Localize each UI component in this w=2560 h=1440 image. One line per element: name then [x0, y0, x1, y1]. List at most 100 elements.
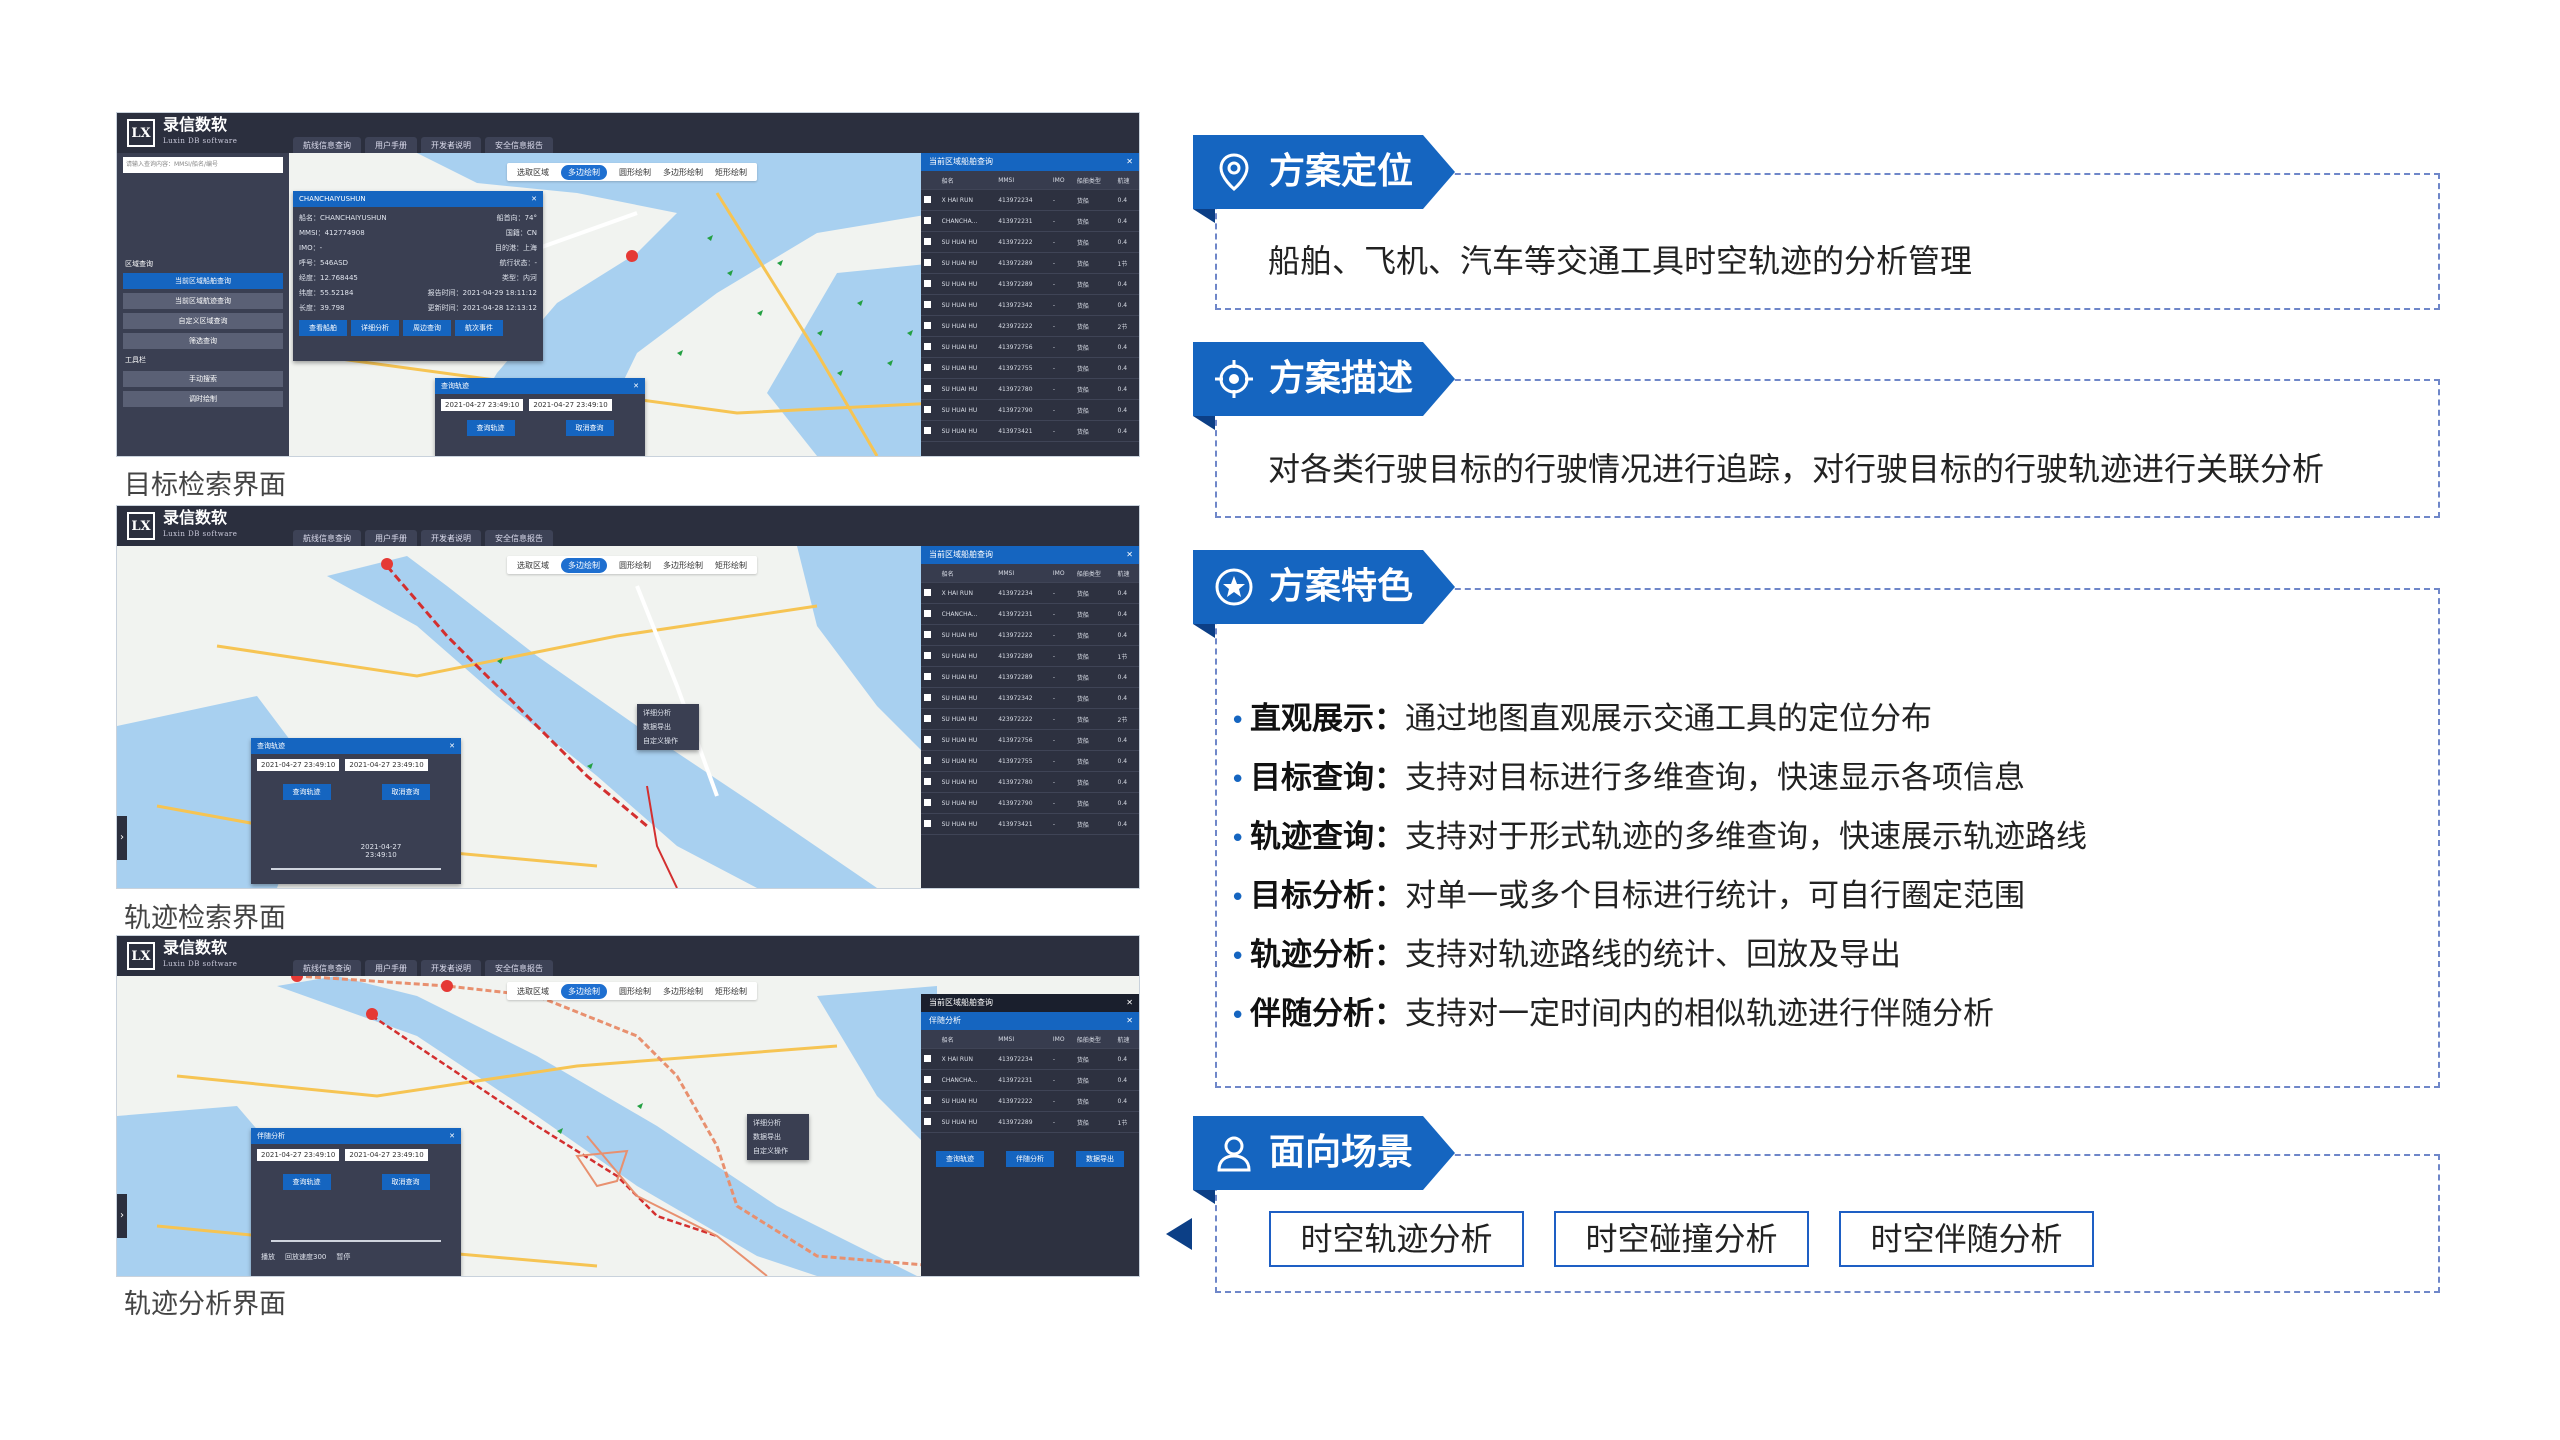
row-checkbox[interactable]: [924, 426, 931, 434]
draw-tool[interactable]: 矩形绘制: [715, 986, 747, 997]
table-row[interactable]: X HAI RUN 413972234- 货船 0.4: [921, 189, 1139, 211]
sidebar-button[interactable]: 调时绘制: [123, 391, 283, 407]
row-checkbox[interactable]: [924, 1075, 931, 1083]
table-row[interactable]: CHANCHA... 413972231- 货船 0.4: [921, 210, 1139, 232]
row-checkbox[interactable]: [924, 405, 931, 413]
row-checkbox[interactable]: [924, 342, 931, 350]
table-row[interactable]: SU HUAI HU 413972790- 货船 0.4: [921, 399, 1139, 421]
table-row[interactable]: SU HUAI HU 413972342- 货船 0.4: [921, 687, 1139, 709]
table-header[interactable]: 船舶类型: [1073, 171, 1115, 190]
row-checkbox[interactable]: [924, 195, 931, 203]
draw-tool[interactable]: 选取区域: [517, 560, 549, 571]
panel-button[interactable]: 伴随分析: [1006, 1151, 1054, 1167]
speed-control[interactable]: 回放速度300: [285, 1252, 326, 1262]
row-checkbox[interactable]: [924, 714, 931, 722]
nav-tab[interactable]: 航线信息查询: [293, 530, 361, 547]
table-row[interactable]: SU HUAI HU 413972222- 货船 0.4: [921, 1090, 1139, 1112]
table-row[interactable]: SU HUAI HU 413972289- 货船 0.4: [921, 666, 1139, 688]
sidebar-button[interactable]: 手动搜索: [123, 371, 283, 387]
query-button[interactable]: 查询轨迹: [466, 420, 515, 436]
row-checkbox[interactable]: [924, 819, 931, 827]
menu-item[interactable]: 自定义操作: [747, 1144, 809, 1158]
table-row[interactable]: SU HUAI HU 413972756- 货船 0.4: [921, 336, 1139, 358]
menu-item[interactable]: 数据导出: [747, 1130, 809, 1144]
popup-button[interactable]: 航次事件: [455, 320, 503, 336]
query-button[interactable]: 查询轨迹: [282, 784, 331, 800]
draw-tool[interactable]: 多边绘制: [561, 164, 607, 180]
draw-tool[interactable]: 选取区域: [517, 167, 549, 178]
close-icon[interactable]: ✕: [531, 191, 537, 207]
table-header[interactable]: 船舶类型: [1073, 1030, 1115, 1049]
row-checkbox[interactable]: [924, 258, 931, 266]
draw-tool[interactable]: 多边绘制: [561, 983, 607, 999]
table-header[interactable]: IMO: [1049, 564, 1074, 583]
table-header[interactable]: 船名: [938, 171, 996, 190]
cancel-button[interactable]: 取消查询: [381, 1174, 430, 1190]
nav-tab[interactable]: 用户手册: [365, 960, 417, 977]
row-checkbox[interactable]: [924, 672, 931, 680]
search-input[interactable]: 请输入查询内容：MMSI/船名/编号: [123, 157, 283, 173]
row-checkbox[interactable]: [924, 651, 931, 659]
menu-item[interactable]: 自定义操作: [637, 734, 699, 748]
table-header[interactable]: 船名: [938, 564, 996, 583]
sidebar-button[interactable]: 当前区域船舶查询: [123, 273, 283, 289]
row-checkbox[interactable]: [924, 798, 931, 806]
menu-item[interactable]: 详细分析: [637, 706, 699, 720]
row-checkbox[interactable]: [924, 237, 931, 245]
nav-tab[interactable]: 开发者说明: [421, 960, 481, 977]
row-checkbox[interactable]: [924, 300, 931, 308]
table-header[interactable]: 航速: [1114, 171, 1139, 190]
time-to-input[interactable]: 2021-04-27 23:49:10: [529, 399, 612, 411]
expand-handle-icon[interactable]: ›: [117, 1194, 127, 1238]
sidebar-button[interactable]: 当前区域航迹查询: [123, 293, 283, 309]
table-header[interactable]: MMSI: [995, 1030, 1050, 1049]
table-header[interactable]: MMSI: [995, 564, 1050, 583]
close-icon[interactable]: ✕: [1126, 1012, 1133, 1030]
table-row[interactable]: SU HUAI HU 423972222- 货船 2节: [921, 708, 1139, 730]
row-checkbox[interactable]: [924, 1054, 931, 1062]
menu-item[interactable]: 数据导出: [637, 720, 699, 734]
table-row[interactable]: SU HUAI HU 413972780- 货船 0.4: [921, 771, 1139, 793]
nav-tab[interactable]: 用户手册: [365, 530, 417, 547]
row-checkbox[interactable]: [924, 384, 931, 392]
close-icon[interactable]: ✕: [449, 738, 455, 754]
table-row[interactable]: SU HUAI HU 413972342- 货船 0.4: [921, 294, 1139, 316]
query-button[interactable]: 查询轨迹: [282, 1174, 331, 1190]
table-row[interactable]: SU HUAI HU 413972289- 货船 1节: [921, 252, 1139, 274]
panel-button[interactable]: 查询轨迹: [936, 1151, 984, 1167]
time-slider[interactable]: [271, 868, 441, 870]
close-icon[interactable]: ✕: [449, 1128, 455, 1144]
row-checkbox[interactable]: [924, 735, 931, 743]
row-checkbox[interactable]: [924, 609, 931, 617]
row-checkbox[interactable]: [924, 630, 931, 638]
nav-tab[interactable]: 开发者说明: [421, 137, 481, 154]
row-checkbox[interactable]: [924, 363, 931, 371]
table-row[interactable]: CHANCHA... 413972231- 货船 0.4: [921, 1069, 1139, 1091]
table-row[interactable]: SU HUAI HU 413972756- 货船 0.4: [921, 729, 1139, 751]
table-row[interactable]: SU HUAI HU 413972780- 货船 0.4: [921, 378, 1139, 400]
time-to-input[interactable]: 2021-04-27 23:49:10: [345, 759, 428, 771]
panel-button[interactable]: 数据导出: [1076, 1151, 1124, 1167]
table-header[interactable]: 航速: [1114, 564, 1139, 583]
row-checkbox[interactable]: [924, 279, 931, 287]
table-row[interactable]: SU HUAI HU 413972755- 货船 0.4: [921, 357, 1139, 379]
sidebar-button[interactable]: 自定义区域查询: [123, 313, 283, 329]
draw-tool[interactable]: 多边绘制: [561, 557, 607, 573]
table-row[interactable]: SU HUAI HU 413973421- 货船 0.4: [921, 420, 1139, 442]
popup-button[interactable]: 详细分析: [351, 320, 399, 336]
sidebar-button[interactable]: 筛选查询: [123, 333, 283, 349]
draw-tool[interactable]: 圆形绘制: [619, 986, 651, 997]
popup-button[interactable]: 查看船舶: [299, 320, 347, 336]
draw-tool[interactable]: 选取区域: [517, 986, 549, 997]
close-icon[interactable]: ✕: [1126, 546, 1133, 564]
draw-tool[interactable]: 矩形绘制: [715, 167, 747, 178]
pause-button[interactable]: 暂停: [336, 1252, 350, 1262]
row-checkbox[interactable]: [924, 321, 931, 329]
table-row[interactable]: CHANCHA... 413972231- 货船 0.4: [921, 603, 1139, 625]
draw-tool[interactable]: 多边形绘制: [663, 986, 703, 997]
time-from-input[interactable]: 2021-04-27 23:49:10: [257, 1149, 340, 1161]
table-row[interactable]: SU HUAI HU 413972790- 货船 0.4: [921, 792, 1139, 814]
table-row[interactable]: SU HUAI HU 413973421- 货船 0.4: [921, 813, 1139, 835]
nav-tab[interactable]: 航线信息查询: [293, 960, 361, 977]
close-icon[interactable]: ✕: [1126, 153, 1133, 171]
